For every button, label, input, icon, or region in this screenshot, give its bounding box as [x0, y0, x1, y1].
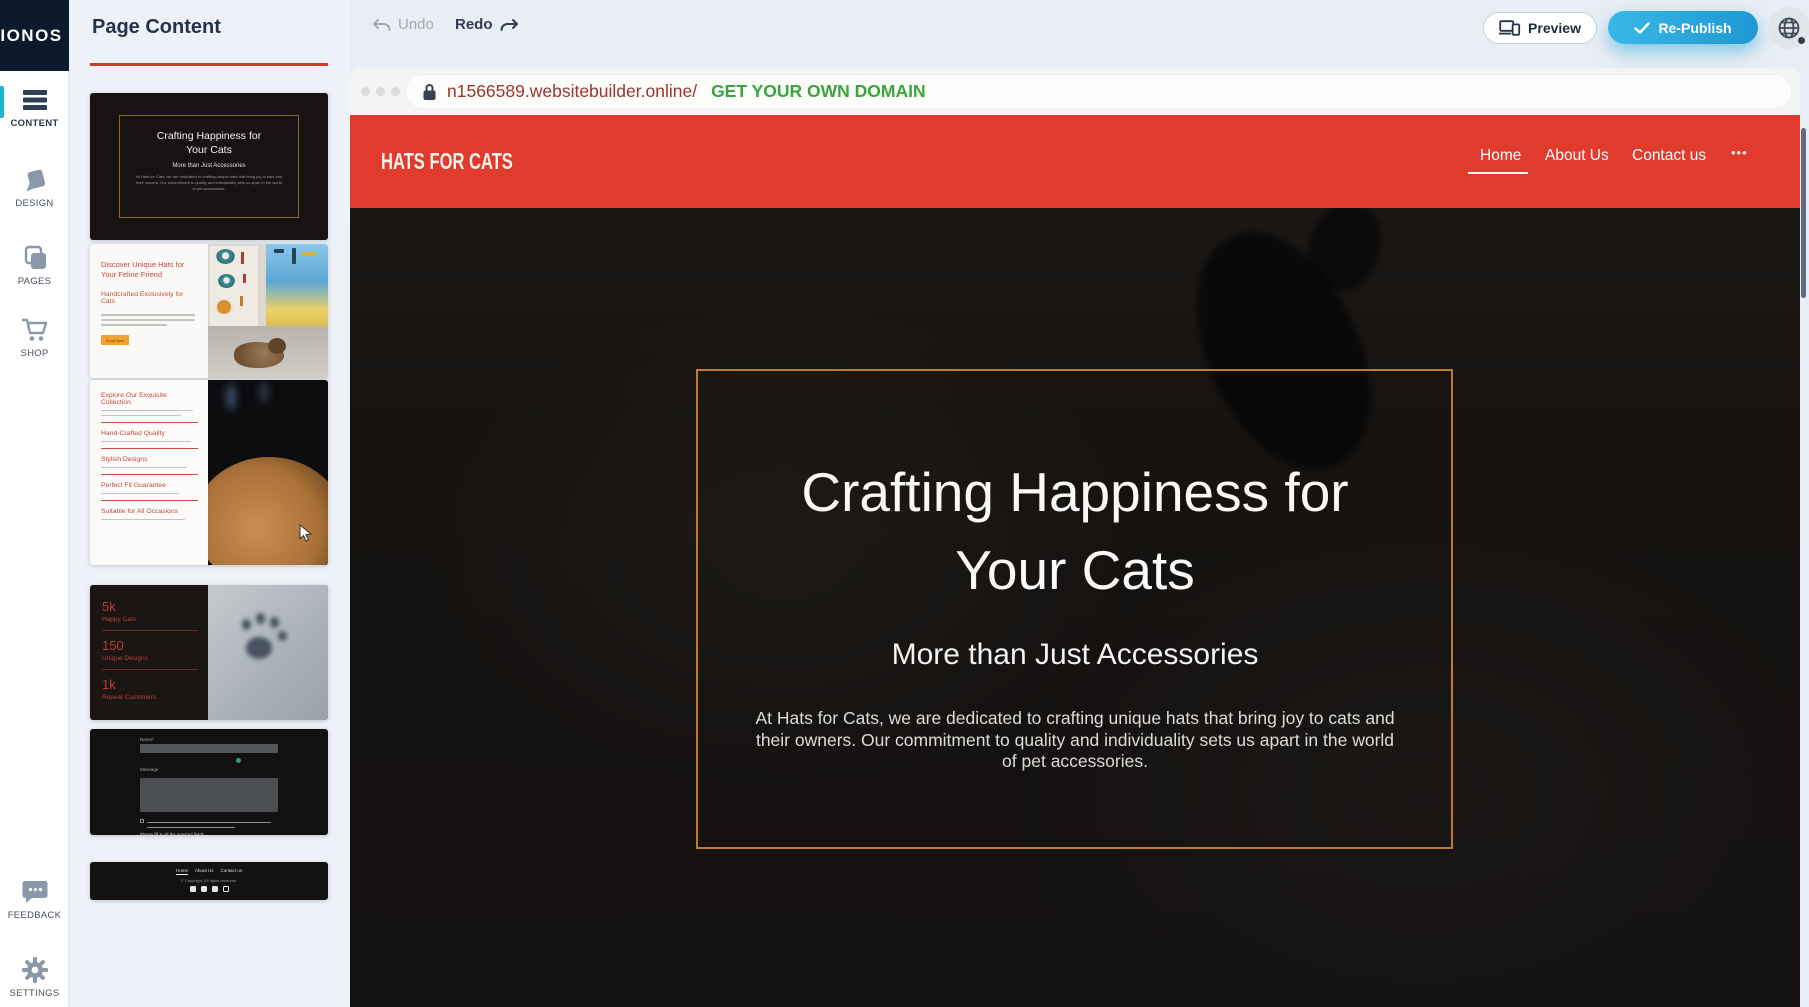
redo-icon — [499, 18, 519, 32]
sidebar-item-label: SHOP — [0, 348, 69, 359]
panel-divider — [90, 63, 328, 66]
ionos-logo[interactable]: IONOS — [0, 0, 69, 71]
hero-subtitle[interactable]: More than Just Accessories — [350, 638, 1800, 672]
undo-button[interactable]: Undo — [372, 16, 434, 33]
hero-title[interactable]: Crafting Happiness forYour Cats — [350, 453, 1800, 609]
page-content-panel: Page Content Crafting Happiness forYour … — [70, 0, 350, 1007]
instagram-icon — [223, 886, 229, 892]
thumb-collection-list: Explore Our Exquisite Collection Hand-Cr… — [90, 380, 208, 565]
preview-scrollbar[interactable] — [1801, 128, 1806, 298]
hero-section[interactable]: Crafting Happiness forYour Cats More tha… — [350, 208, 1800, 1007]
site-url: n1566589.websitebuilder.online/ — [447, 81, 697, 102]
get-domain-link[interactable]: GET YOUR OWN DOMAIN — [711, 81, 926, 102]
nav-home[interactable]: Home — [1480, 147, 1521, 165]
thumb-form-name-label: Name* — [140, 737, 278, 742]
thumb-form-valid-icon — [236, 758, 241, 763]
undo-icon — [372, 18, 392, 32]
section-thumbnail-footer[interactable]: Home About Us Contact us © Copyright. Al… — [90, 862, 328, 900]
sidebar-item-shop[interactable]: SHOP — [0, 316, 69, 359]
thumb-form-message-textarea — [140, 778, 278, 812]
settings-gear-icon — [0, 956, 69, 983]
thumb-hero-box: Crafting Happiness forYour Cats More tha… — [119, 115, 299, 218]
facebook-icon — [190, 886, 196, 892]
section-thumbnail-hero[interactable]: Crafting Happiness forYour Cats More tha… — [90, 93, 328, 240]
section-thumbnail-stats[interactable]: 5k Happy Cats 150 Unique Designs 1k Repe… — [90, 585, 328, 720]
section-thumbnail-discover[interactable]: Discover Unique Hats for Your Feline Fri… — [90, 244, 328, 378]
app-window: IONOS CONTENT DESIGN PAGES SHOP — [0, 0, 1809, 1007]
check-icon — [1634, 22, 1650, 34]
panel-title: Page Content — [92, 16, 221, 39]
sidebar-item-label: PAGES — [0, 276, 69, 287]
sidebar-item-label: CONTENT — [0, 118, 69, 129]
section-thumbnail-collection[interactable]: Explore Our Exquisite Collection Hand-Cr… — [90, 380, 328, 565]
nav-contact-us[interactable]: Contact us — [1632, 147, 1706, 165]
thumb-stats-list: 5k Happy Cats 150 Unique Designs 1k Repe… — [90, 585, 208, 720]
left-rail: IONOS CONTENT DESIGN PAGES SHOP — [0, 0, 69, 1007]
lock-icon — [422, 83, 437, 101]
thumb-discover-heading: Discover Unique Hats for Your Feline Fri… — [101, 260, 199, 280]
hero-content-frame[interactable] — [696, 369, 1453, 849]
thumb-hero-subtitle: More than Just Accessories — [120, 163, 298, 169]
devices-icon — [1499, 20, 1521, 36]
language-globe-button[interactable] — [1768, 7, 1809, 49]
twitter-icon — [201, 886, 207, 892]
content-icon — [0, 86, 69, 113]
mouse-cursor — [298, 524, 314, 542]
browser-chrome: n1566589.websitebuilder.online/ GET YOUR… — [350, 68, 1800, 115]
thumb-form-checkbox — [140, 819, 144, 823]
window-dots — [361, 87, 400, 96]
section-thumbnail-contact-form[interactable]: Name* Message Please fill in all the req… — [90, 729, 328, 835]
redo-button[interactable]: Redo — [455, 16, 519, 33]
thumb-paw-print-photo — [208, 585, 328, 720]
preview-button[interactable]: Preview — [1483, 12, 1597, 44]
republish-button[interactable]: Re-Publish — [1608, 11, 1758, 44]
sidebar-item-content[interactable]: CONTENT — [0, 86, 69, 129]
sidebar-item-label: SETTINGS — [0, 988, 69, 999]
sidebar-item-design[interactable]: DESIGN — [0, 166, 69, 209]
thumb-form-message-label: Message — [140, 767, 158, 772]
thumb-hero-title: Crafting Happiness forYour Cats — [120, 129, 298, 157]
thumb-form-warning: Please fill in all the required fields. — [140, 832, 278, 835]
sidebar-item-feedback[interactable]: FEEDBACK — [0, 878, 69, 921]
ionos-logo-text: IONOS — [0, 26, 62, 46]
feedback-bubble-icon — [0, 878, 69, 905]
linkedin-icon — [212, 886, 218, 892]
thumb-shop-now-button: Shop Now — [101, 335, 129, 345]
site-header[interactable]: HATS FOR CATS Home About Us Contact us •… — [350, 115, 1800, 208]
sidebar-item-settings[interactable]: SETTINGS — [0, 956, 69, 999]
sidebar-item-label: FEEDBACK — [0, 910, 69, 921]
thumb-cat-street-photo — [208, 244, 328, 378]
sidebar-item-label: DESIGN — [0, 198, 69, 209]
nav-more-menu[interactable]: ••• — [1731, 145, 1748, 160]
thumb-form-name-input — [140, 744, 278, 753]
globe-icon — [1777, 16, 1801, 40]
sidebar-item-pages[interactable]: PAGES — [0, 244, 69, 287]
nav-about-us[interactable]: About Us — [1545, 147, 1609, 165]
nav-active-underline — [1468, 172, 1528, 174]
thumb-footer-social-icons — [90, 886, 328, 892]
shop-cart-icon — [0, 316, 69, 343]
hero-paragraph[interactable]: At Hats for Cats, we are dedicated to cr… — [753, 708, 1398, 773]
notification-dot — [1798, 37, 1805, 44]
design-icon — [0, 166, 69, 193]
site-logo[interactable]: HATS FOR CATS — [381, 148, 513, 175]
thumb-discover-text: Discover Unique Hats for Your Feline Fri… — [90, 244, 208, 378]
thumb-discover-subheading: Handcrafted Exclusively for Cats — [101, 291, 199, 305]
thumb-footer-copyright: © Copyright. All rights reserved. — [90, 878, 328, 883]
thumb-hero-paragraph: At Hats for Cats, we are dedicated to cr… — [134, 174, 284, 192]
address-bar: n1566589.websitebuilder.online/ GET YOUR… — [405, 74, 1792, 109]
pages-icon — [0, 244, 69, 271]
